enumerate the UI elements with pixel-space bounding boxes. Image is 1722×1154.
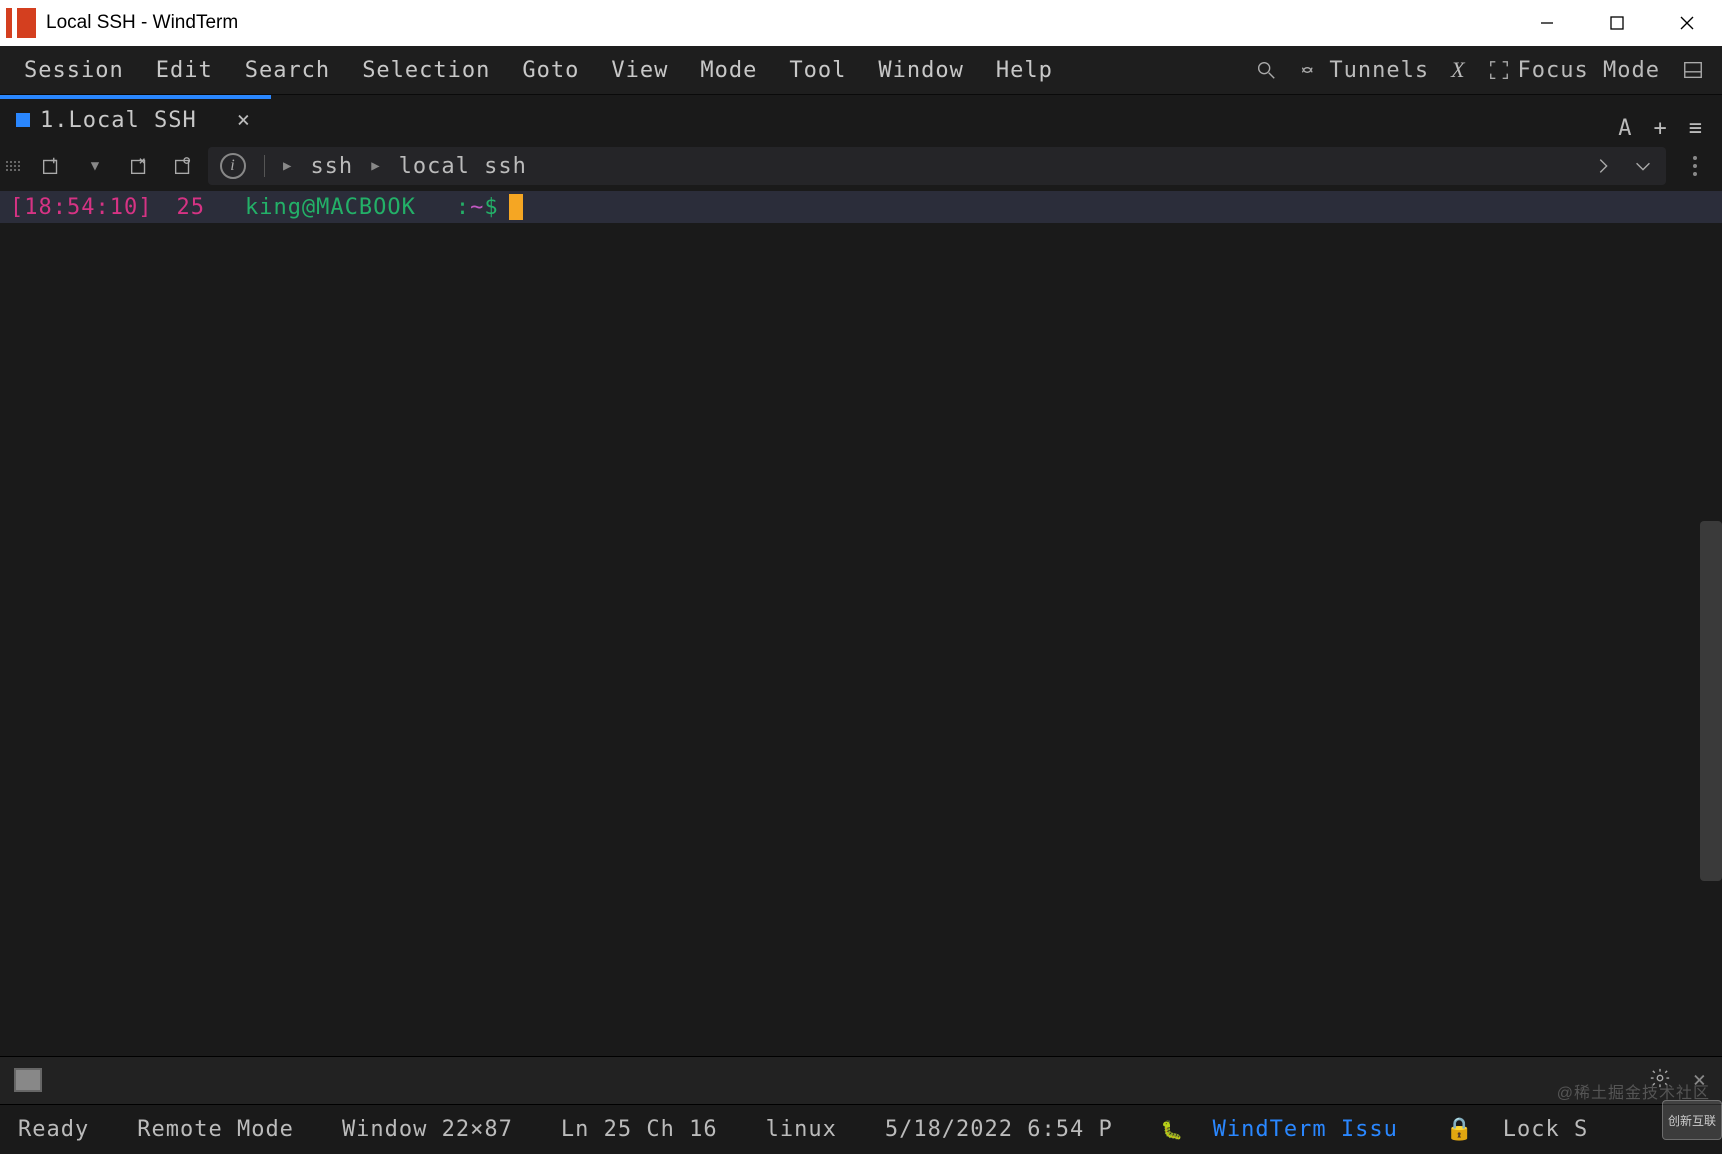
- search-icon[interactable]: [1255, 59, 1277, 81]
- x-label: X: [1451, 57, 1465, 83]
- menu-search[interactable]: Search: [229, 48, 346, 93]
- menu-window[interactable]: Window: [862, 48, 979, 93]
- new-tab-icon[interactable]: +: [1654, 116, 1667, 141]
- info-icon[interactable]: i: [220, 153, 246, 179]
- tab-local-ssh[interactable]: 1.Local SSH ×: [0, 95, 271, 141]
- status-os: linux: [766, 1117, 837, 1142]
- focus-mode-label: Focus Mode: [1518, 58, 1660, 83]
- status-ready: Ready: [18, 1117, 89, 1142]
- tab-label: 1.Local SSH: [40, 108, 197, 133]
- new-session-icon[interactable]: [34, 149, 68, 183]
- breadcrumb-divider: [264, 155, 265, 177]
- panel-bar: ×: [0, 1056, 1722, 1104]
- menu-mode[interactable]: Mode: [684, 48, 773, 93]
- prompt-user-host: king@MACBOOK: [245, 195, 416, 220]
- watermark-badge: 创新互联: [1662, 1100, 1722, 1140]
- prompt-path: ~: [470, 195, 484, 220]
- tab-indicator-icon: [16, 113, 30, 127]
- menu-selection[interactable]: Selection: [346, 48, 506, 93]
- breadcrumb-ssh[interactable]: ssh: [310, 154, 353, 179]
- app-icon: [6, 8, 36, 38]
- chevron-right-icon[interactable]: [1592, 155, 1614, 177]
- toolbar-chevron-down-icon[interactable]: ▼: [78, 149, 112, 183]
- toolbar: ▼ i ▶ ssh ▶ local ssh: [0, 141, 1722, 191]
- tab-close-icon[interactable]: ×: [237, 108, 251, 133]
- menu-session[interactable]: Session: [8, 48, 140, 93]
- breadcrumb-arrow-icon: ▶: [283, 158, 292, 174]
- terminal-cursor: [509, 194, 523, 220]
- session-settings-icon[interactable]: [166, 149, 200, 183]
- bug-icon: 🐛: [1161, 1120, 1184, 1141]
- status-datetime: 5/18/2022 6:54 P: [885, 1117, 1113, 1142]
- terminal-scrollbar[interactable]: [1700, 521, 1722, 881]
- tabbar: 1.Local SSH × A + ≡: [0, 95, 1722, 141]
- panel-toggle-icon[interactable]: [1682, 59, 1704, 81]
- prompt-sep: :: [456, 195, 470, 220]
- menu-edit[interactable]: Edit: [140, 48, 229, 93]
- minimize-button[interactable]: [1512, 0, 1582, 46]
- menubar: Session Edit Search Selection Goto View …: [0, 46, 1722, 94]
- toolbar-grip-icon[interactable]: [6, 161, 22, 171]
- lock-icon: 🔒: [1446, 1117, 1474, 1142]
- tunnels-label: Tunnels: [1329, 58, 1429, 83]
- status-issue-label: WindTerm Issu: [1213, 1117, 1398, 1142]
- menu-goto[interactable]: Goto: [506, 48, 595, 93]
- window-title: Local SSH - WindTerm: [46, 12, 238, 34]
- status-lock[interactable]: 🔒 Lock S: [1446, 1117, 1588, 1142]
- close-session-icon[interactable]: [122, 149, 156, 183]
- close-button[interactable]: [1652, 0, 1722, 46]
- panel-windows-icon[interactable]: [16, 1070, 42, 1092]
- statusbar: Ready Remote Mode Window 22×87 Ln 25 Ch …: [0, 1104, 1722, 1154]
- tunnels-button[interactable]: Tunnels: [1299, 58, 1429, 83]
- menu-view[interactable]: View: [595, 48, 684, 93]
- status-window-size: Window 22×87: [342, 1117, 513, 1142]
- menu-help[interactable]: Help: [980, 48, 1069, 93]
- status-issue[interactable]: 🐛 WindTerm Issu: [1161, 1117, 1398, 1142]
- breadcrumb-bar[interactable]: i ▶ ssh ▶ local ssh: [208, 147, 1666, 185]
- focus-mode-button[interactable]: Focus Mode: [1488, 58, 1660, 83]
- prompt-history-number: 25: [176, 195, 205, 220]
- prompt-timestamp: [18:54:10]: [10, 195, 152, 220]
- prompt-dollar: $: [484, 195, 498, 220]
- titlebar: Local SSH - WindTerm: [0, 0, 1722, 46]
- x-button[interactable]: X: [1451, 57, 1465, 83]
- terminal-prompt-line: [18:54:10] 25 king@MACBOOK:~$: [0, 191, 1722, 223]
- tab-menu-icon[interactable]: ≡: [1689, 116, 1702, 141]
- status-lock-label: Lock S: [1503, 1117, 1588, 1142]
- breadcrumb-local-ssh[interactable]: local ssh: [399, 154, 527, 179]
- menu-tool[interactable]: Tool: [773, 48, 862, 93]
- status-line-col[interactable]: Ln 25 Ch 16: [561, 1117, 718, 1142]
- breadcrumb-arrow-icon: ▶: [371, 158, 380, 174]
- toolbar-more-icon[interactable]: [1680, 156, 1710, 176]
- terminal[interactable]: [18:54:10] 25 king@MACBOOK:~$: [0, 191, 1722, 1056]
- status-remote-mode[interactable]: Remote Mode: [137, 1117, 294, 1142]
- maximize-button[interactable]: [1582, 0, 1652, 46]
- chevron-down-icon[interactable]: [1632, 155, 1654, 177]
- toolbar-letter-button[interactable]: A: [1618, 116, 1631, 141]
